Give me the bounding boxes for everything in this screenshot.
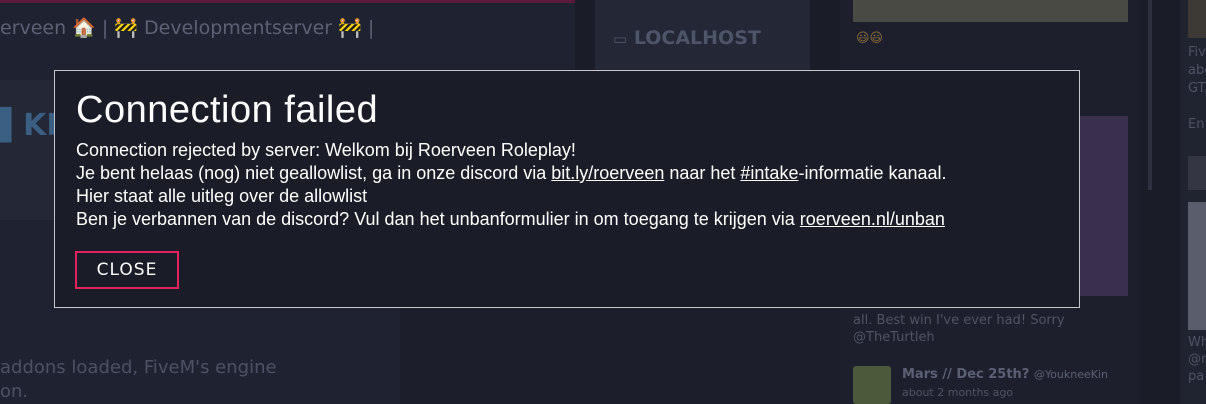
feed-post-handle: @YoukneeKin — [1033, 368, 1108, 381]
feed-image — [853, 0, 1128, 22]
feed-post-time: about 2 months ago — [902, 386, 1014, 399]
feed-post-title-text: Mars // Dec 25th? — [902, 367, 1030, 382]
addons-line-2: on. — [0, 381, 29, 402]
avatar — [853, 366, 891, 404]
feed-scrollbar[interactable] — [1148, 0, 1152, 190]
background-card — [400, 300, 840, 404]
dialog-title: Connection failed — [76, 89, 379, 131]
accent-line — [0, 0, 575, 3]
intake-channel-link[interactable]: #intake — [740, 163, 798, 183]
side-feed-image — [1188, 0, 1206, 38]
message-line-4: Ben je verbannen van de discord? Vul dan… — [76, 209, 945, 229]
emoji-reactions: 😃😃 — [856, 31, 884, 46]
monitor-icon: ▭ — [613, 30, 628, 48]
localhost-label: ▭ LOCALHOST — [613, 27, 761, 49]
addons-info-text: addons loaded, FiveM's engine on. — [0, 356, 277, 404]
close-button[interactable]: CLOSE — [75, 251, 179, 289]
side-feed-text: Fiv abc GT. En — [1188, 45, 1206, 132]
side-feed-image-2 — [1188, 156, 1206, 190]
message-line-1: Connection rejected by server: Welkom bi… — [76, 140, 576, 160]
unban-link[interactable]: roerveen.nl/unban — [800, 209, 945, 229]
side-feed-screenshot — [1188, 202, 1206, 330]
message-line-2: Je bent helaas (nog) niet geallowlist, g… — [76, 163, 947, 183]
side-feed-text-2: Wh @r pa — [1188, 335, 1206, 384]
feed-post-title[interactable]: Mars // Dec 25th? @YoukneeKin — [902, 367, 1108, 382]
dialog-message: Connection rejected by server: Welkom bi… — [76, 139, 1066, 231]
addons-line-1: addons loaded, FiveM's engine — [0, 357, 277, 378]
connection-failed-dialog: Connection failed Connection rejected by… — [54, 70, 1080, 308]
discord-link[interactable]: bit.ly/roerveen — [551, 163, 664, 183]
message-line-3: Hier staat alle uitleg over de allowlist — [76, 186, 368, 206]
feed-image-2 — [1080, 116, 1128, 296]
server-title-row: erveen 🏠 | 🚧 Developmentserver 🚧 | — [0, 17, 375, 39]
